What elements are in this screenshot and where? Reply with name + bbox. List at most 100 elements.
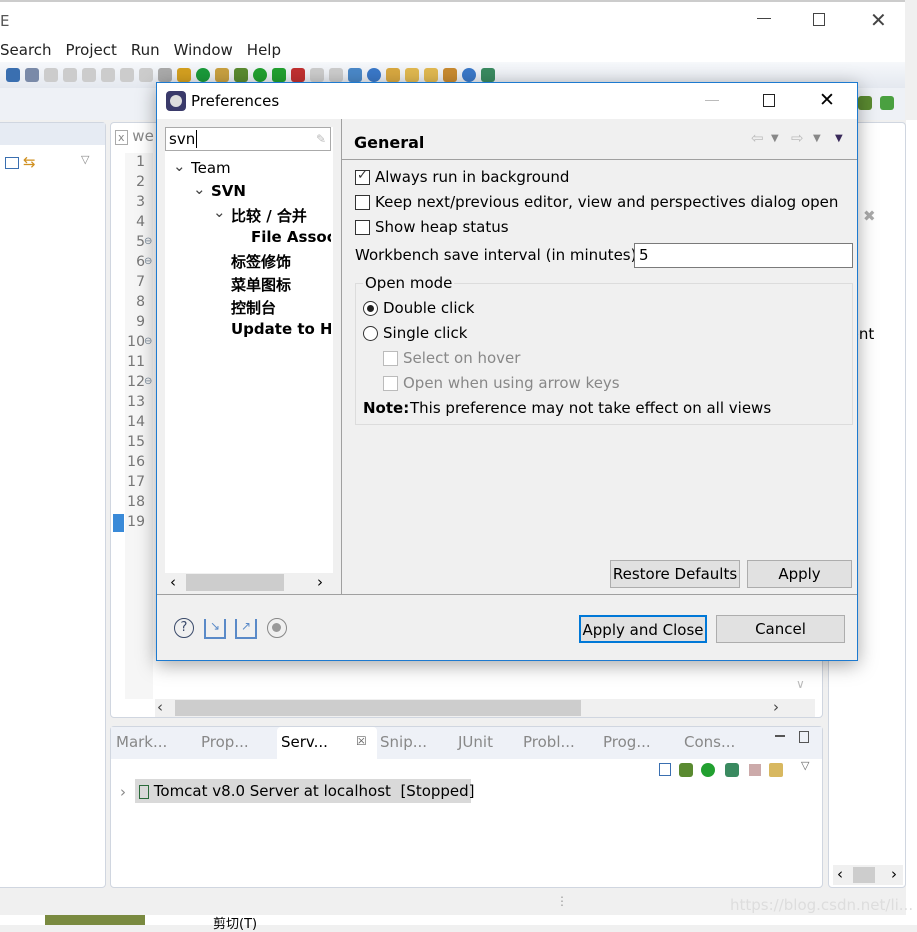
- tree-item[interactable]: Update to HE: [231, 320, 331, 338]
- save-interval-input[interactable]: 5: [634, 243, 853, 268]
- view-menu-icon[interactable]: ▽: [81, 153, 89, 166]
- bottom-tab[interactable]: Prog...: [603, 733, 651, 751]
- stop-icon[interactable]: [310, 68, 324, 82]
- tree-item[interactable]: 菜单图标: [231, 274, 291, 295]
- sash[interactable]: [341, 119, 342, 594]
- run-icon[interactable]: [253, 68, 267, 82]
- globe-icon[interactable]: [462, 68, 476, 82]
- fold-icon[interactable]: ⊖: [144, 376, 152, 387]
- open-type-icon[interactable]: [386, 68, 400, 82]
- minimize-button[interactable]: [757, 18, 771, 19]
- forward-menu-icon[interactable]: ▼: [813, 133, 821, 144]
- forward-icon[interactable]: ⇨: [791, 129, 804, 147]
- filter-input[interactable]: svn ✎: [165, 127, 331, 151]
- clear-filter-icon[interactable]: ✎: [316, 128, 326, 150]
- dialog-close-button[interactable]: ✕: [819, 89, 835, 111]
- tree-item[interactable]: File Associa: [251, 228, 331, 246]
- coverage-icon[interactable]: [291, 68, 305, 82]
- bottom-tab[interactable]: Probl...: [523, 733, 575, 751]
- heap-status-checkbox[interactable]: [355, 220, 370, 235]
- record-icon[interactable]: [267, 618, 287, 638]
- close-tab-icon[interactable]: ☒: [356, 734, 367, 748]
- select-hover-checkbox[interactable]: [383, 351, 398, 366]
- keep-dialog-checkbox[interactable]: [355, 195, 370, 210]
- external-tools-icon[interactable]: [329, 68, 343, 82]
- start-server-icon[interactable]: [701, 763, 715, 777]
- tree-item[interactable]: Team: [191, 159, 231, 177]
- fold-icon[interactable]: ⊖: [144, 336, 152, 347]
- menu-run[interactable]: Run: [131, 41, 160, 59]
- bottom-tab[interactable]: Mark...: [116, 733, 167, 751]
- profile-server-icon[interactable]: [725, 763, 739, 777]
- back-menu-icon[interactable]: ▼: [771, 133, 779, 144]
- step-over-icon[interactable]: [120, 68, 134, 82]
- bottom-tab[interactable]: Prop...: [201, 733, 249, 751]
- minimize-view-icon[interactable]: [775, 735, 785, 737]
- skip-breakpoints-icon[interactable]: [25, 68, 39, 82]
- debug-server-icon[interactable]: [679, 763, 693, 777]
- bottom-tab[interactable]: Snip...: [380, 733, 427, 751]
- terminate-icon[interactable]: [82, 68, 96, 82]
- open-task-icon[interactable]: [405, 68, 419, 82]
- dialog-maximize-button[interactable]: [763, 94, 775, 107]
- run-server-icon[interactable]: [272, 68, 286, 82]
- apply-and-close-button[interactable]: Apply and Close: [579, 615, 707, 643]
- view-menu-icon[interactable]: ▼: [835, 133, 843, 144]
- open-folder-icon[interactable]: [443, 68, 457, 82]
- arrow-keys-checkbox[interactable]: [383, 376, 398, 391]
- debug-icon[interactable]: [234, 68, 248, 82]
- maximize-view-icon[interactable]: [799, 731, 809, 743]
- drop-to-frame-icon[interactable]: [177, 68, 191, 82]
- menu-search[interactable]: Search: [0, 41, 52, 59]
- back-icon[interactable]: ⇦: [751, 129, 764, 147]
- editor-tab[interactable]: x we: [115, 127, 161, 151]
- search-icon[interactable]: [424, 68, 438, 82]
- new-server-icon[interactable]: [348, 68, 362, 82]
- link-editor-icon[interactable]: ⇆: [23, 153, 36, 171]
- single-click-radio[interactable]: [363, 326, 378, 341]
- bottom-tab[interactable]: JUnit: [458, 733, 493, 751]
- scroll-thumb[interactable]: [186, 574, 284, 591]
- expand-chevron-icon[interactable]: ⌄: [173, 157, 186, 175]
- editor-horizontal-scrollbar[interactable]: ‹ ›: [155, 698, 815, 717]
- tree-horizontal-scrollbar[interactable]: ‹ ›: [165, 573, 333, 593]
- stop-server-icon[interactable]: [749, 764, 761, 776]
- suspend-icon[interactable]: [63, 68, 77, 82]
- double-click-radio[interactable]: [363, 301, 378, 316]
- server-row[interactable]: Tomcat v8.0 Server at localhost [Stopped…: [135, 779, 475, 803]
- restore-defaults-button[interactable]: Restore Defaults: [610, 560, 740, 588]
- collapse-all-icon[interactable]: [5, 157, 19, 169]
- menu-help[interactable]: Help: [247, 41, 281, 59]
- expand-chevron-icon[interactable]: ⌄: [193, 180, 206, 198]
- aj-icon[interactable]: [215, 68, 229, 82]
- collapse-icon[interactable]: [659, 763, 671, 776]
- tree-item[interactable]: 标签修饰: [231, 251, 291, 272]
- expand-chevron-icon[interactable]: ⌄: [213, 203, 226, 221]
- dialog-minimize-button[interactable]: [705, 100, 719, 101]
- view-menu-icon[interactable]: ▽: [801, 759, 809, 772]
- scroll-thumb[interactable]: [175, 700, 581, 716]
- cancel-button[interactable]: Cancel: [716, 615, 845, 643]
- debug-perspective-icon[interactable]: [858, 96, 872, 110]
- resume-icon[interactable]: [44, 68, 58, 82]
- expand-arrow-icon[interactable]: ›: [120, 783, 126, 801]
- monitor-icon[interactable]: [6, 68, 20, 82]
- step-into-icon[interactable]: [101, 68, 115, 82]
- apply-button[interactable]: Apply: [747, 560, 852, 588]
- publish-icon[interactable]: [769, 763, 783, 777]
- close-button[interactable]: ✕: [870, 8, 887, 32]
- fold-icon[interactable]: ⊖: [144, 256, 152, 267]
- outline-scrollbar[interactable]: ‹ ›: [833, 865, 903, 885]
- use-step-filters-icon[interactable]: [158, 68, 172, 82]
- menu-project[interactable]: Project: [66, 41, 117, 59]
- menu-window[interactable]: Window: [174, 41, 233, 59]
- maximize-button[interactable]: [813, 13, 825, 26]
- help-icon[interactable]: ?: [174, 618, 194, 638]
- tree-item[interactable]: 控制台: [231, 297, 276, 318]
- spring-power-icon[interactable]: [196, 68, 210, 82]
- tree-item[interactable]: 比较 / 合并: [231, 205, 307, 226]
- always-run-bg-checkbox[interactable]: ✓: [355, 168, 370, 185]
- bottom-tab[interactable]: Cons...: [684, 733, 735, 751]
- jrebel-icon[interactable]: [880, 96, 894, 110]
- run-external-icon[interactable]: [481, 68, 495, 82]
